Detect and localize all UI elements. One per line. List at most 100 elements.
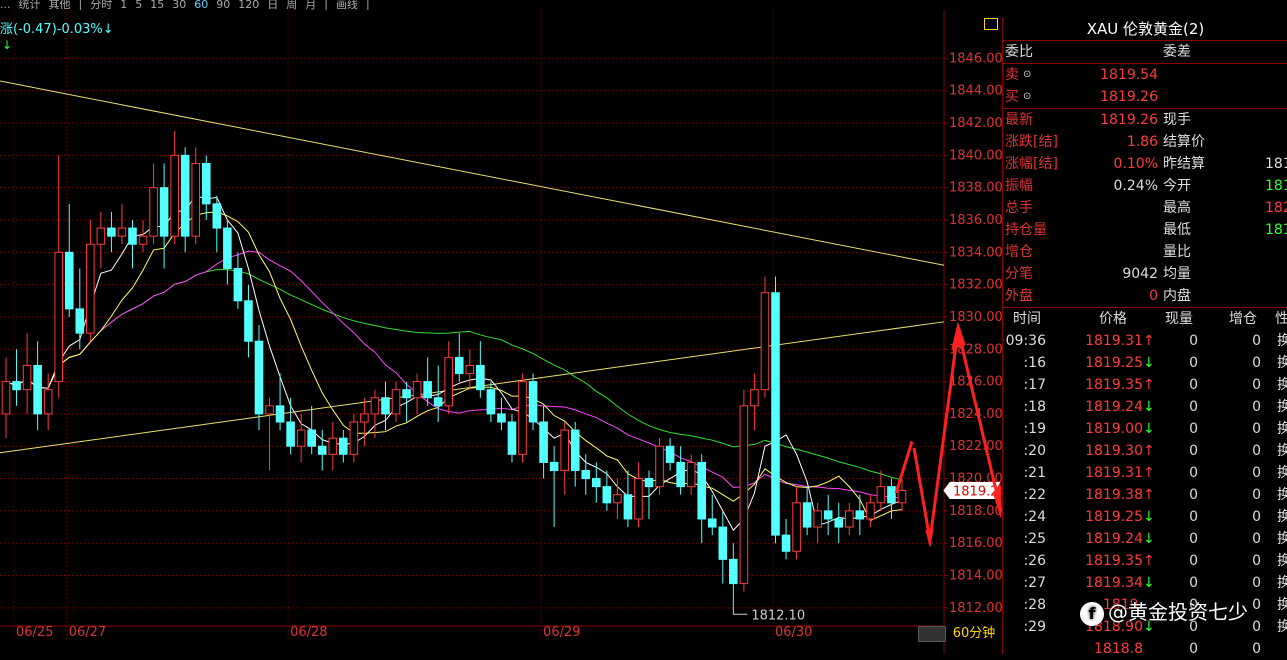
trade-row[interactable]: :16 1819.25 ↓ 0 0 换 — [1003, 352, 1287, 374]
trade-direction-icon: ↑ — [1143, 443, 1155, 459]
y-tick-label: 1814.00 — [949, 569, 1002, 584]
trade-row[interactable]: :26 1819.35 ↑ 0 0 换 — [1003, 550, 1287, 572]
candlestick-chart[interactable]: 1846.00 1844.00 1842.00 1840.00 1838.00 1836.… — [0, 10, 1002, 654]
arrow-head-icon — [951, 321, 966, 351]
candle-body — [570, 429, 580, 471]
toolbar-item[interactable]: 120 — [238, 0, 259, 10]
trade-nature: 换 — [1277, 553, 1287, 569]
candle-body — [159, 187, 169, 237]
stat-row: 总手 最高 182 — [1003, 197, 1287, 219]
trade-time: :28 — [1023, 597, 1046, 613]
stat-label: 结算价 — [1163, 134, 1205, 150]
trade-volume: 0 — [1189, 487, 1198, 503]
weibi-label: 委比 — [1005, 44, 1033, 60]
toolbar-item[interactable]: 月 — [305, 0, 316, 10]
trade-row[interactable]: :24 1819.25 ↓ 0 0 换 — [1003, 506, 1287, 528]
trade-row[interactable]: :17 1819.35 ↑ 0 0 换 — [1003, 374, 1287, 396]
toolbar-item[interactable]: 60 — [194, 0, 208, 10]
buy-label: 买 — [1005, 89, 1019, 105]
trade-oi-change: 0 — [1252, 641, 1261, 657]
watermark: f @黄金投资七少 — [1080, 596, 1248, 626]
candle-body — [54, 251, 64, 383]
toolbar-item[interactable]: 统计 — [19, 0, 41, 10]
toolbar-item[interactable]: 周 — [286, 0, 297, 10]
candle-body — [381, 397, 390, 415]
candle-body — [223, 227, 232, 269]
trade-direction-icon: ↑ — [1143, 487, 1155, 503]
toolbar-item[interactable]: 日 — [267, 0, 278, 10]
timeframe-label[interactable]: 60分钟 — [946, 624, 1002, 644]
candle-body — [581, 469, 591, 480]
trade-volume: 0 — [1189, 421, 1198, 437]
trade-volume: 0 — [1189, 531, 1198, 547]
trade-oi-change: 0 — [1252, 377, 1261, 393]
trade-oi-change: 0 — [1252, 443, 1261, 459]
stat-row: 外盘 0 内盘 — [1003, 285, 1287, 308]
toolbar-item[interactable]: 90 — [216, 0, 230, 10]
trade-nature: 换 — [1277, 619, 1287, 635]
toolbar-item[interactable]: | — [366, 0, 370, 10]
candle-body — [149, 187, 158, 237]
candle-body — [897, 490, 907, 504]
trade-row[interactable]: :20 1819.30 ↑ 0 0 换 — [1003, 440, 1287, 462]
toolbar-item[interactable]: 画线 — [336, 0, 358, 10]
trade-nature: 换 — [1277, 355, 1287, 371]
info-icon: ⊙ — [1023, 69, 1032, 80]
stat-row: 涨幅[结] 0.10% 昨结算 181 — [1003, 153, 1287, 175]
candle-body — [497, 413, 506, 423]
trade-column-header: 增仓 — [1229, 311, 1257, 327]
stat-label: 量比 — [1163, 244, 1191, 260]
toolbar-item[interactable]: | — [324, 0, 328, 10]
stat-label: 均量 — [1163, 266, 1191, 282]
trade-row[interactable]: :25 1819.24 ↓ 0 0 换 — [1003, 528, 1287, 550]
weicha-label: 委差 — [1163, 44, 1191, 60]
trade-row[interactable]: :22 1819.38 ↑ 0 0 换 — [1003, 484, 1287, 506]
toolbar-item[interactable]: 15 — [150, 0, 164, 10]
trade-row[interactable]: :27 1819.34 ↓ 0 0 换 — [1003, 572, 1287, 594]
candle-body — [718, 526, 728, 560]
stat-value: 181 — [1265, 222, 1287, 238]
trade-price: 1819.34 — [1085, 575, 1143, 591]
trade-row[interactable]: :18 1819.24 ↓ 0 0 换 — [1003, 396, 1287, 418]
trade-price: 1818.8 — [1094, 641, 1143, 657]
candle-body — [781, 534, 791, 552]
candle-body — [402, 389, 411, 399]
weibi-row: 委比 委差 — [1003, 41, 1287, 64]
trade-time: :25 — [1023, 531, 1046, 547]
toolbar-item[interactable]: 5 — [135, 0, 142, 10]
trade-time: :29 — [1023, 619, 1046, 635]
stat-label: 总手 — [1005, 200, 1033, 216]
candle-body — [802, 502, 812, 528]
panel-toggle-icon[interactable] — [984, 18, 998, 30]
candle-body — [518, 381, 527, 455]
y-tick-label: 1846.00 — [949, 51, 1002, 66]
toolbar-item[interactable]: ... — [0, 0, 11, 10]
trade-row[interactable]: 1818.8 0 0 — [1003, 638, 1287, 660]
toolbar-item[interactable]: 1 — [120, 0, 127, 10]
candle-body — [423, 381, 432, 399]
candle-body — [507, 421, 517, 455]
stat-row: 分笔 9042 均量 — [1003, 263, 1287, 285]
toolbar-item[interactable]: 30 — [172, 0, 186, 10]
stat-label: 内盘 — [1163, 288, 1191, 304]
toolbar-item[interactable]: 分时 — [90, 0, 112, 10]
trade-price: 1819.31 — [1085, 465, 1143, 481]
trade-time: 09:36 — [1005, 333, 1046, 349]
trade-row[interactable]: :21 1819.31 ↑ 0 0 换 — [1003, 462, 1287, 484]
scroll-handle[interactable] — [918, 626, 946, 642]
trade-row[interactable]: :19 1819.00 ↓ 0 0 换 — [1003, 418, 1287, 440]
x-tick-label: 06/27 — [69, 625, 106, 640]
trade-volume: 0 — [1189, 509, 1198, 525]
toolbar-item[interactable]: 其他 — [49, 0, 71, 10]
y-tick-label: 1838.00 — [949, 181, 1002, 196]
trade-price: 1819.00 — [1085, 421, 1143, 437]
y-tick-label: 1834.00 — [949, 245, 1002, 260]
candle-body — [22, 364, 32, 391]
indicator-readout: 涨(-0.47)-0.03%↓ ↓ — [0, 18, 114, 52]
toolbar-item[interactable]: | — [79, 0, 83, 10]
trade-row[interactable]: 09:36 1819.31 ↑ 0 0 换 — [1003, 330, 1287, 352]
stat-label: 振幅 — [1005, 178, 1033, 194]
candle-body — [96, 227, 106, 245]
candle-body — [644, 478, 654, 488]
candle-body — [476, 364, 485, 391]
